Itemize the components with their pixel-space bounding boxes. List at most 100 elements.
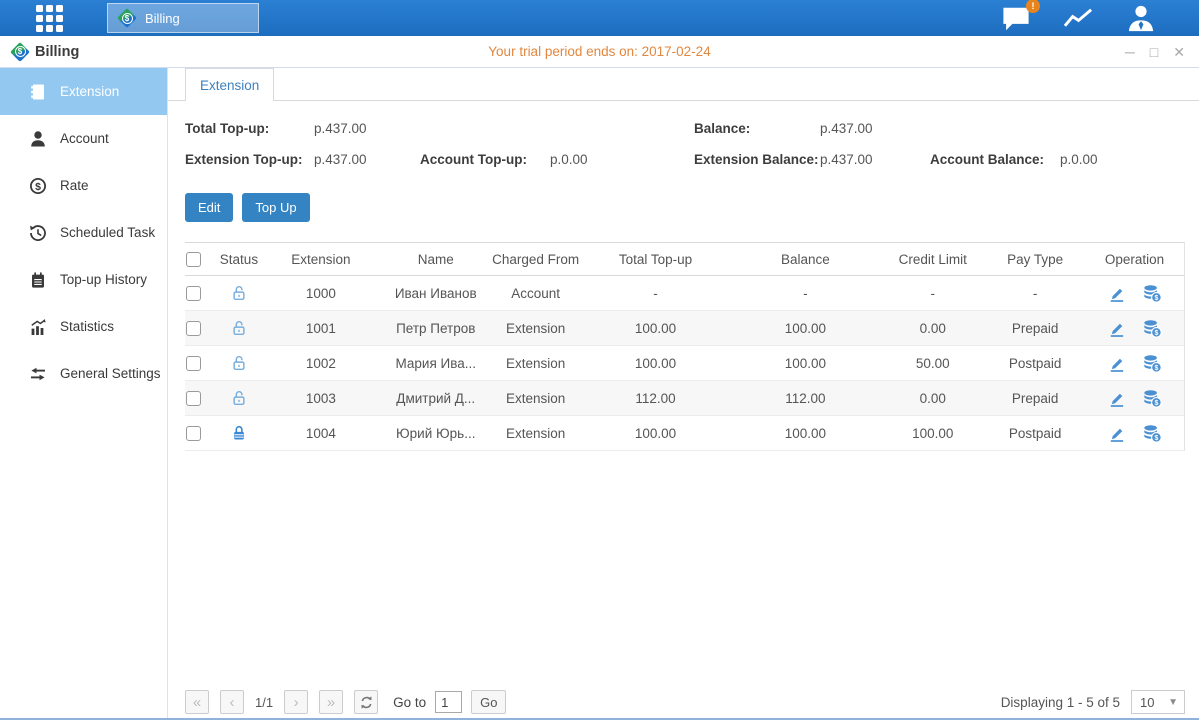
table-cell-balance: - <box>730 286 880 301</box>
table-cell-name: Мария Ива... <box>381 356 491 371</box>
prev-page-button[interactable]: ‹ <box>220 690 244 714</box>
sidebar-item-label: Rate <box>60 178 89 193</box>
tab-strip: Extension <box>168 68 1199 101</box>
row-checkbox[interactable] <box>186 286 201 301</box>
minimize-icon[interactable]: ─ <box>1125 45 1135 59</box>
sidebar-item-extension[interactable]: Extension <box>0 68 167 115</box>
table-header-cell <box>185 252 217 267</box>
table-row: 1004Юрий Юрь...Extension100.00100.00100.… <box>185 416 1184 451</box>
lock-closed-icon[interactable] <box>230 424 248 442</box>
table-cell-operation: $ <box>1085 424 1184 443</box>
table-cell-balance: 112.00 <box>730 391 880 406</box>
table-header-cell: Balance <box>730 252 880 267</box>
refresh-button[interactable] <box>354 690 378 714</box>
apps-grid-icon[interactable] <box>36 5 63 32</box>
svg-text:$: $ <box>1154 365 1158 372</box>
edit-button[interactable]: Edit <box>185 193 233 222</box>
sidebar-item-general-settings[interactable]: General Settings <box>0 350 167 397</box>
topup-coins-icon[interactable]: $ <box>1143 354 1162 373</box>
table-cell-extension: 1003 <box>261 391 381 406</box>
topup-coins-icon[interactable]: $ <box>1143 284 1162 303</box>
table-cell <box>185 426 217 441</box>
row-checkbox[interactable] <box>186 426 201 441</box>
trial-message: Your trial period ends on: 2017-02-24 <box>488 44 710 59</box>
lock-open-icon[interactable] <box>230 319 248 337</box>
topup-coins-icon[interactable]: $ <box>1143 319 1162 338</box>
go-button[interactable]: Go <box>471 690 506 714</box>
topup-coins-icon[interactable]: $ <box>1143 424 1162 443</box>
user-icon[interactable] <box>1125 4 1157 32</box>
edit-pencil-icon[interactable] <box>1107 424 1126 443</box>
sidebar-item-scheduled-task[interactable]: Scheduled Task <box>0 209 167 256</box>
row-checkbox[interactable] <box>186 391 201 406</box>
table-row: 1001Петр ПетровExtension100.00100.000.00… <box>185 311 1184 346</box>
lock-open-icon[interactable] <box>230 354 248 372</box>
edit-pencil-icon[interactable] <box>1107 354 1126 373</box>
balance-label: Balance: <box>694 121 750 136</box>
table-cell-total-topup: 112.00 <box>581 391 731 406</box>
close-icon[interactable]: ✕ <box>1173 45 1185 59</box>
page-size-select[interactable]: 10 ▼ <box>1131 690 1185 714</box>
sidebar-item-label: Account <box>60 131 109 146</box>
page-indicator: 1/1 <box>255 695 273 710</box>
next-page-button[interactable]: › <box>284 690 308 714</box>
account-balance-label: Account Balance: <box>930 152 1044 167</box>
extension-topup-value: p.437.00 <box>314 152 367 167</box>
table-cell-name: Дмитрий Д... <box>381 391 491 406</box>
table-cell-total-topup: 100.00 <box>581 426 731 441</box>
lock-open-icon[interactable] <box>230 389 248 407</box>
window-title: $ Billing <box>10 42 79 62</box>
ledger-icon <box>29 83 47 101</box>
sidebar-item-rate[interactable]: $Rate <box>0 162 167 209</box>
last-page-button[interactable]: » <box>319 690 343 714</box>
sidebar-item-topup-history[interactable]: Top-up History <box>0 256 167 303</box>
goto-label: Go to <box>393 695 426 710</box>
table-cell-credit-limit: 50.00 <box>880 356 985 371</box>
goto-page-input[interactable] <box>435 691 462 713</box>
top-up-button[interactable]: Top Up <box>242 193 309 222</box>
svg-text:$: $ <box>1154 330 1158 337</box>
first-page-button[interactable]: « <box>185 690 209 714</box>
pagination-bar: « ‹ 1/1 › » Go to Go Displaying 1 - 5 of… <box>185 690 1185 714</box>
sidebar-item-account[interactable]: Account <box>0 115 167 162</box>
extension-balance-label: Extension Balance: <box>694 152 819 167</box>
lock-open-icon[interactable] <box>230 284 248 302</box>
app-tab-billing[interactable]: $ Billing <box>107 3 259 33</box>
topup-coins-icon[interactable]: $ <box>1143 389 1162 408</box>
edit-pencil-icon[interactable] <box>1107 319 1126 338</box>
table-header-cell: Charged From <box>491 252 581 267</box>
table-cell-status <box>217 284 261 302</box>
chart-icon[interactable] <box>1062 5 1095 31</box>
table-cell-name: Петр Петров <box>381 321 491 336</box>
tab-extension[interactable]: Extension <box>185 68 274 101</box>
table-cell-total-topup: - <box>581 286 731 301</box>
edit-pencil-icon[interactable] <box>1107 284 1126 303</box>
sidebar-item-label: General Settings <box>60 366 161 381</box>
account-topup-label: Account Top-up: <box>420 152 527 167</box>
table-cell-extension: 1000 <box>261 286 381 301</box>
action-buttons: Edit Top Up <box>185 193 1199 222</box>
maximize-icon[interactable]: □ <box>1150 45 1158 59</box>
summary-section: Total Top-up: p.437.00 Balance: p.437.00… <box>168 101 1199 193</box>
sidebar-item-label: Statistics <box>60 319 114 334</box>
table-cell-operation: $ <box>1085 284 1184 303</box>
sidebar-item-statistics[interactable]: Statistics <box>0 303 167 350</box>
select-all-checkbox[interactable] <box>186 252 201 267</box>
table-header-cell: Total Top-up <box>581 252 731 267</box>
table-cell-name: Иван Иванов <box>381 286 491 301</box>
extension-topup-label: Extension Top-up: <box>185 152 303 167</box>
svg-text:$: $ <box>1154 400 1158 407</box>
table-cell-operation: $ <box>1085 354 1184 373</box>
table-header-cell: Operation <box>1085 252 1184 267</box>
person-icon <box>29 130 47 148</box>
edit-pencil-icon[interactable] <box>1107 389 1126 408</box>
table-cell-total-topup: 100.00 <box>581 356 731 371</box>
message-icon[interactable]: ! <box>1000 5 1032 32</box>
scheduled-icon <box>29 224 47 242</box>
row-checkbox[interactable] <box>186 321 201 336</box>
table-header-cell: Name <box>381 252 491 267</box>
sidebar: Extension Account $RateScheduled TaskTop-u… <box>0 68 168 720</box>
table-cell-operation: $ <box>1085 319 1184 338</box>
row-checkbox[interactable] <box>186 356 201 371</box>
table-cell <box>185 286 217 301</box>
